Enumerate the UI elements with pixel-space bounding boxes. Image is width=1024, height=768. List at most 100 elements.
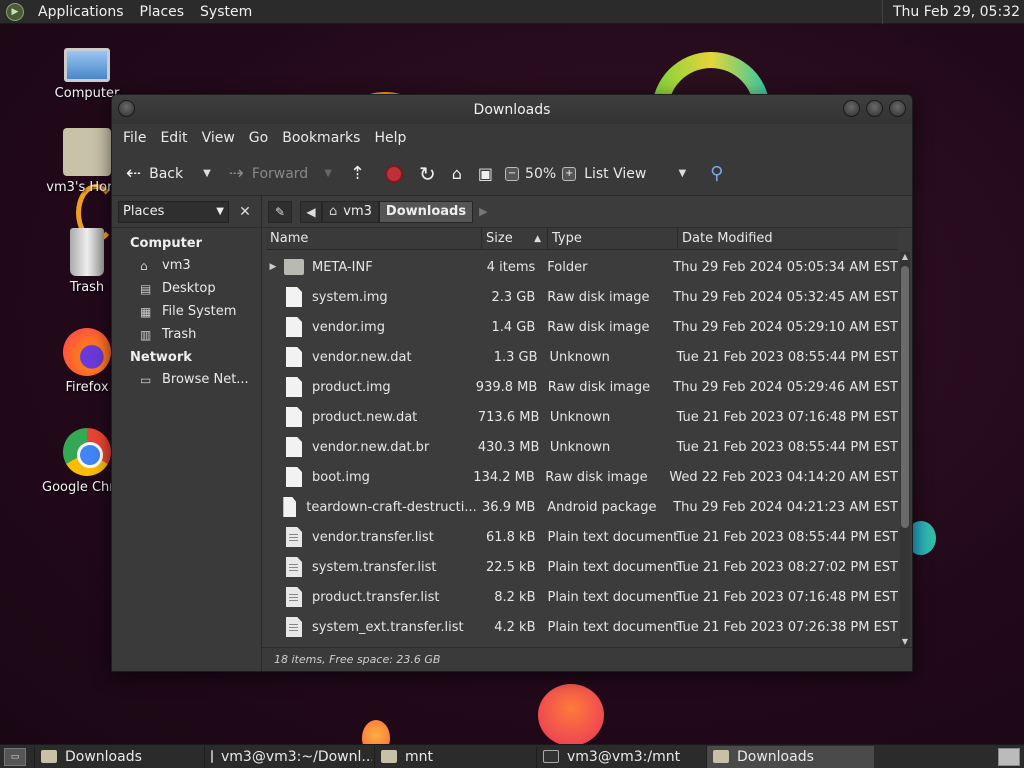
up-arrow-icon: ⇡ xyxy=(349,163,365,184)
file-size: 4 items xyxy=(486,259,536,275)
file-type: Plain text document xyxy=(547,559,679,575)
menu-help[interactable]: Help xyxy=(367,130,413,146)
file-type: Folder xyxy=(547,259,588,275)
applications-menu[interactable]: Applications xyxy=(30,4,132,20)
places-menu[interactable]: Places xyxy=(132,4,193,20)
table-row[interactable]: vendor.new.dat.br 430.3 MB Unknown Tue 21 F… xyxy=(266,432,898,462)
window-menu-button[interactable] xyxy=(118,100,135,117)
column-header-size[interactable]: Size ▲ xyxy=(482,227,548,250)
search-icon[interactable]: ⚲ xyxy=(710,163,723,184)
vertical-scrollbar[interactable]: ▲ ▼ xyxy=(900,252,910,647)
clock[interactable]: Thu Feb 29, 05:32 xyxy=(881,0,1024,24)
home-icon: ⌂ xyxy=(451,164,462,183)
sidebar-item-desktop[interactable]: ▤ Desktop xyxy=(112,277,261,300)
sidebar-item-vm3[interactable]: ⌂ vm3 xyxy=(112,254,261,277)
toggle-location-entry-icon[interactable]: ✎ xyxy=(268,200,292,223)
folder-icon xyxy=(284,259,304,275)
table-row[interactable]: vendor.new.dat 1.3 GB Unknown Tue 21 Feb 20… xyxy=(266,342,898,372)
breadcrumb-label: vm3 xyxy=(343,204,372,219)
trash-icon xyxy=(70,228,104,276)
stop-button[interactable] xyxy=(379,158,409,190)
zoom-out-icon[interactable]: − xyxy=(505,166,520,181)
chrome-icon xyxy=(63,428,111,476)
file-name-cell: vendor.transfer.list xyxy=(266,527,477,547)
file-date-modified: Wed 22 Feb 2023 04:14:20 AM EST xyxy=(669,469,898,485)
file-name: teardown-craft-destructi... xyxy=(306,499,477,515)
table-row[interactable]: vendor.img 1.4 GB Raw disk image Thu 29 Feb… xyxy=(266,312,898,342)
minimize-button[interactable] xyxy=(843,100,860,117)
computer-button[interactable]: ▣ xyxy=(472,158,499,190)
forward-button[interactable]: ⇢ Forward ▼ xyxy=(223,158,338,190)
file-size: 430.3 MB xyxy=(477,439,540,455)
taskbar-button[interactable]: mnt xyxy=(374,745,534,768)
expand-arrow-icon[interactable]: ▶ xyxy=(266,262,280,272)
taskbar-button[interactable]: Downloads xyxy=(706,745,874,768)
system-menu[interactable]: System xyxy=(192,4,260,20)
forward-history-dropdown-icon[interactable]: ▼ xyxy=(324,168,332,179)
column-header-date[interactable]: Date Modified xyxy=(678,228,898,250)
path-scroll-left-icon[interactable]: ◀ xyxy=(300,200,322,223)
table-row[interactable]: teardown-craft-destructi... 36.9 MB Androi… xyxy=(266,492,898,522)
taskbar-button[interactable]: vm3@vm3:~/Downl... xyxy=(204,745,372,768)
desktop-icon-computer[interactable]: Computer xyxy=(42,46,132,101)
file-date-modified: Tue 21 Feb 2023 08:55:44 PM EST xyxy=(676,349,899,365)
back-button[interactable]: ⇠ Back ▼ xyxy=(120,158,217,190)
scroll-up-icon[interactable]: ▲ xyxy=(900,252,910,262)
close-button[interactable] xyxy=(889,100,906,117)
sidebar-section-network: Network xyxy=(130,350,192,365)
file-size: 22.5 kB xyxy=(485,559,536,575)
breadcrumb-downloads[interactable]: Downloads xyxy=(378,200,474,223)
breadcrumb-vm3[interactable]: ⌂ vm3 xyxy=(322,200,379,223)
text-file-icon xyxy=(286,587,302,607)
menu-file[interactable]: File xyxy=(116,130,153,146)
column-header-type[interactable]: Type xyxy=(548,227,678,250)
text-file-icon xyxy=(286,617,302,637)
table-row[interactable]: vendor.transfer.list 61.8 kB Plain text do… xyxy=(266,522,898,552)
back-history-dropdown-icon[interactable]: ▼ xyxy=(203,168,211,179)
scrollbar-thumb[interactable] xyxy=(901,266,909,528)
menu-go[interactable]: Go xyxy=(242,130,275,146)
distro-logo-icon[interactable]: ▶ xyxy=(6,2,24,21)
file-manager-window: Downloads File Edit View Go Bookmarks He… xyxy=(111,94,913,672)
table-row[interactable]: product.img 939.8 MB Raw disk image Thu 29 … xyxy=(266,372,898,402)
sidebar-pane-select[interactable]: Places ▼ xyxy=(118,200,229,223)
sidebar-item-filesystem[interactable]: ▦ File System xyxy=(112,300,261,323)
file-name-cell: vendor.img xyxy=(266,317,477,337)
menu-bookmarks[interactable]: Bookmarks xyxy=(275,130,367,146)
table-row[interactable]: system_ext.transfer.list 4.2 kB Plain text… xyxy=(266,612,898,642)
table-row[interactable]: system.img 2.3 GB Raw disk image Thu 29 Feb… xyxy=(266,282,898,312)
file-size: 1.3 GB xyxy=(493,349,538,365)
reload-button[interactable]: ↻ xyxy=(413,158,442,190)
file-date-modified: Tue 21 Feb 2023 07:26:38 PM EST xyxy=(676,619,899,635)
table-row[interactable]: boot.img 134.2 MB Raw disk image Wed 22 Feb… xyxy=(266,462,898,492)
scroll-down-icon[interactable]: ▼ xyxy=(900,637,910,647)
path-scroll-right-icon[interactable]: ▶ xyxy=(473,205,493,218)
terminal-icon xyxy=(211,750,213,763)
file-name: product.new.dat xyxy=(312,409,418,425)
sidebar-item-browse-network[interactable]: ▭ Browse Net... xyxy=(112,368,261,391)
menu-view[interactable]: View xyxy=(195,130,242,146)
home-button[interactable]: ⌂ xyxy=(446,158,468,190)
window-titlebar[interactable]: Downloads xyxy=(112,95,912,124)
view-mode-select[interactable]: List View ▼ xyxy=(582,158,692,190)
column-header-name[interactable]: Name xyxy=(266,227,482,250)
maximize-button[interactable] xyxy=(866,100,883,117)
table-row[interactable]: product.transfer.list 8.2 kB Plain text do… xyxy=(266,582,898,612)
reload-icon: ↻ xyxy=(419,161,436,186)
menu-edit[interactable]: Edit xyxy=(153,130,194,146)
sidebar-pane-label: Places xyxy=(123,204,165,219)
table-row[interactable]: product.new.dat 713.6 MB Unknown Tue 21 Feb… xyxy=(266,402,898,432)
taskbar-button[interactable]: Downloads xyxy=(34,745,202,768)
file-size: 4.2 kB xyxy=(494,619,536,635)
table-row[interactable]: system.transfer.list 22.5 kB Plain text do… xyxy=(266,552,898,582)
table-row[interactable]: ▶ META-INF 4 items Folder Thu 29 Feb 2024 05… xyxy=(266,252,898,282)
zoom-in-icon[interactable]: + xyxy=(562,166,577,181)
top-panel: ▶ Applications Places System Thu Feb 29,… xyxy=(0,0,1024,24)
sidebar-item-trash[interactable]: ▥ Trash xyxy=(112,323,261,346)
sidebar-close-icon[interactable]: ✕ xyxy=(235,202,255,222)
up-button[interactable]: ⇡ xyxy=(344,158,371,190)
show-desktop-icon[interactable]: ▭ xyxy=(4,747,26,766)
sidebar-item-label: Trash xyxy=(162,327,197,342)
workspace-switcher[interactable] xyxy=(998,747,1020,766)
taskbar-button[interactable]: vm3@vm3:/mnt xyxy=(536,745,704,768)
